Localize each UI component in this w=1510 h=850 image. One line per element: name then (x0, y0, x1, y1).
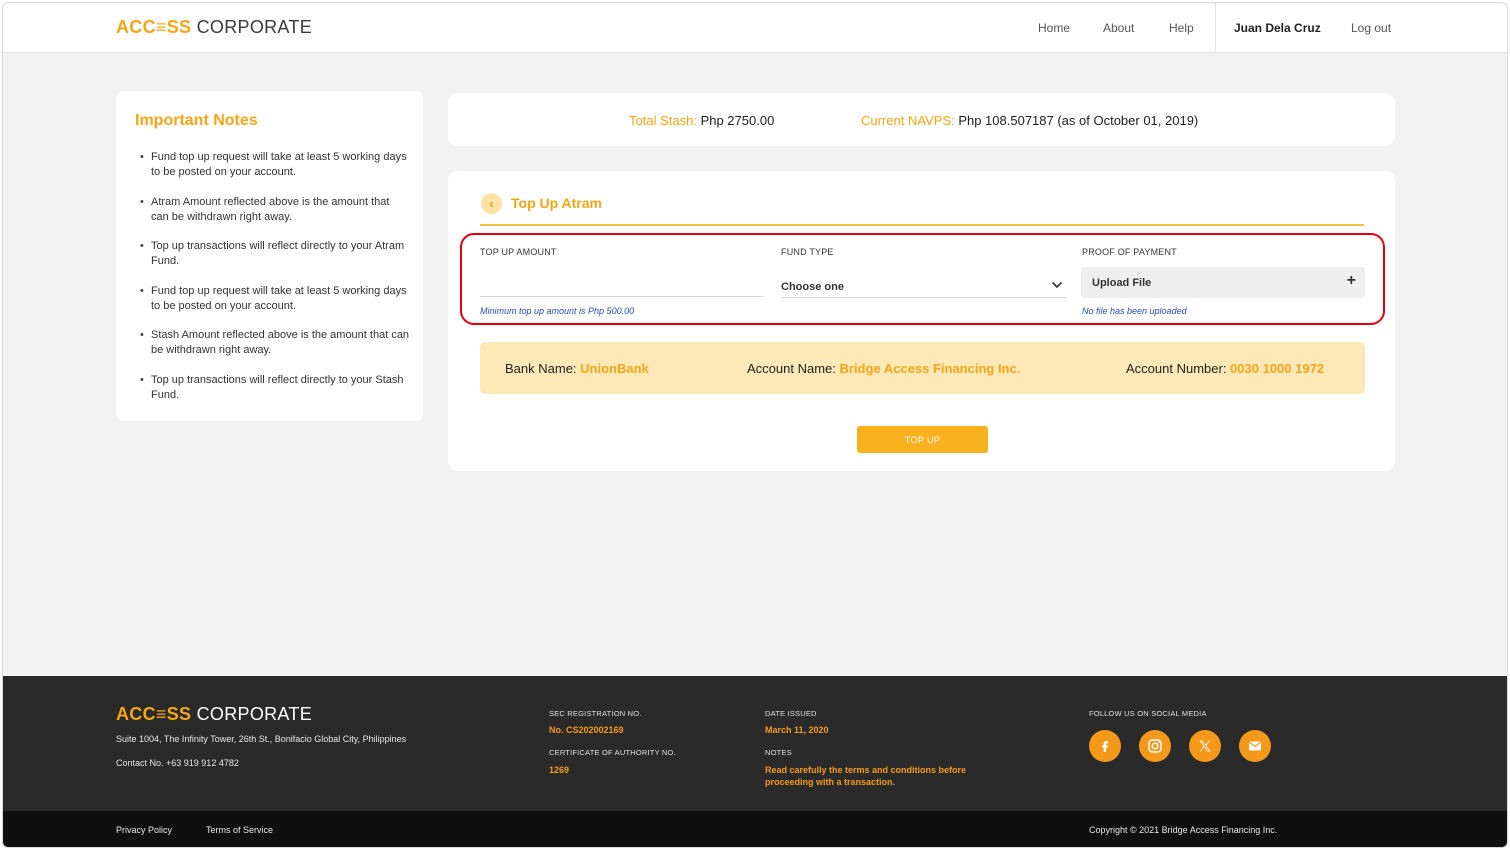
bank-details-banner: Bank Name: UnionBank Account Name: Bridg… (480, 342, 1365, 394)
date-issued-label: DATE ISSUED (765, 709, 817, 718)
logo-access: ACC≡SS (116, 17, 192, 37)
terms-of-service-link[interactable]: Terms of Service (206, 825, 273, 835)
browser-frame: ACC≡SS CORPORATE Home About Help Juan De… (2, 2, 1508, 848)
user-name-link[interactable]: Juan Dela Cruz (1234, 3, 1321, 53)
fund-type-selected: Choose one (781, 281, 844, 293)
privacy-policy-link[interactable]: Privacy Policy (116, 825, 172, 835)
note-item: Stash Amount reflected above is the amou… (140, 328, 410, 358)
account-number: Account Number: 0030 1000 1972 (1126, 361, 1324, 376)
plus-icon: + (1346, 272, 1356, 289)
current-navps: Current NAVPS: Php 108.507187 (as of Oct… (861, 113, 1198, 128)
note-item: Fund top up request will take at least 5… (140, 150, 410, 180)
stash-summary-card: Total Stash: Php 2750.00 Current NAVPS: … (448, 93, 1395, 146)
important-notes-card: Important Notes Fund top up request will… (116, 91, 423, 421)
total-stash: Total Stash: Php 2750.00 (629, 113, 774, 128)
email-icon[interactable] (1239, 730, 1271, 762)
certificate-value: 1269 (549, 765, 570, 775)
logout-link[interactable]: Log out (1351, 3, 1391, 53)
footer-address: Suite 1004, The Infinity Tower, 26th St.… (116, 734, 407, 744)
social-label: FOLLOW US ON SOCIAL MEDIA (1089, 709, 1207, 718)
date-issued-value: March 11, 2020 (765, 725, 829, 735)
logo-corporate: CORPORATE (196, 17, 313, 37)
upload-file-button[interactable]: Upload File + (1081, 267, 1365, 298)
top-header: ACC≡SS CORPORATE Home About Help Juan De… (3, 3, 1507, 53)
footer-logo: ACC≡SS CORPORATE (116, 704, 312, 725)
page-title: Top Up Atram (511, 195, 602, 211)
nav-about-link[interactable]: About (1103, 3, 1134, 53)
instagram-icon[interactable] (1139, 730, 1171, 762)
note-item: Top up transactions will reflect directl… (140, 373, 410, 403)
account-number-value: 0030 1000 1972 (1230, 361, 1325, 376)
footer-logo-corporate: CORPORATE (196, 704, 313, 724)
notes-value: Read carefully the terms and conditions … (765, 765, 967, 787)
account-name: Account Name: Bridge Access Financing In… (747, 361, 1020, 376)
chevron-down-icon (1052, 282, 1062, 288)
fund-type-select[interactable]: Choose one (781, 271, 1067, 298)
total-stash-value: Php 2750.00 (700, 113, 775, 128)
top-up-amount-input[interactable] (480, 268, 764, 297)
nav-help-link[interactable]: Help (1169, 3, 1194, 53)
copyright-text: Copyright © 2021 Bridge Access Financing… (1089, 825, 1278, 835)
footer-contact: Contact No. +63 919 912 4782 (116, 758, 239, 768)
nav-divider (1215, 3, 1216, 53)
x-twitter-icon[interactable] (1189, 730, 1221, 762)
note-item: Fund top up request will take at least 5… (140, 284, 410, 314)
facebook-glyph (1102, 741, 1108, 752)
back-button[interactable]: ‹ (481, 193, 502, 214)
amount-hint: Minimum top up amount is Php 500.00 (480, 306, 635, 316)
title-divider (480, 224, 1364, 226)
note-item: Atram Amount reflected above is the amou… (140, 195, 410, 225)
notes-title: Important Notes (135, 112, 258, 129)
navps-value: Php 108.507187 (as of October 01, 2019) (958, 113, 1199, 128)
envelope-glyph (1249, 741, 1261, 751)
sec-registration-label: SEC REGISTRATION NO. (549, 709, 642, 718)
instagram-glyph (1148, 739, 1162, 753)
footer: ACC≡SS CORPORATE Suite 1004, The Infinit… (3, 676, 1507, 811)
top-up-button[interactable]: TOP UP (857, 426, 988, 453)
bank-name-value: UnionBank (580, 361, 649, 376)
top-up-card: ‹ Top Up Atram TOP UP AMOUNT FUND TYPE P… (448, 171, 1395, 471)
account-name-value: Bridge Access Financing Inc. (839, 361, 1021, 376)
bottom-bar: Privacy Policy Terms of Service Copyrigh… (3, 811, 1507, 847)
proof-of-payment-label: PROOF OF PAYMENT (1082, 247, 1177, 257)
facebook-icon[interactable] (1089, 730, 1121, 762)
footer-logo-access: ACC≡SS (116, 704, 192, 724)
account-name-label: Account Name: (747, 361, 836, 376)
notes-label: NOTES (765, 748, 792, 757)
certificate-label: CERTIFICATE OF AUTHORITY NO. (549, 748, 676, 757)
chevron-left-icon: ‹ (489, 196, 494, 211)
notes-list: Fund top up request will take at least 5… (140, 150, 410, 417)
fund-type-label: FUND TYPE (781, 247, 834, 257)
brand-logo[interactable]: ACC≡SS CORPORATE (116, 17, 312, 38)
bank-name-label: Bank Name: (505, 361, 577, 376)
top-up-amount-label: TOP UP AMOUNT (480, 247, 557, 257)
x-glyph (1199, 740, 1211, 752)
navps-label: Current NAVPS: (861, 113, 955, 128)
upload-hint: No file has been uploaded (1082, 306, 1187, 316)
note-item: Top up transactions will reflect directl… (140, 239, 410, 269)
upload-file-label: Upload File (1092, 277, 1152, 289)
bank-name: Bank Name: UnionBank (505, 361, 649, 376)
sec-registration-value: No. CS202002169 (549, 725, 624, 735)
total-stash-label: Total Stash: (629, 113, 697, 128)
nav-home-link[interactable]: Home (1038, 3, 1070, 53)
account-number-label: Account Number: (1126, 361, 1227, 376)
